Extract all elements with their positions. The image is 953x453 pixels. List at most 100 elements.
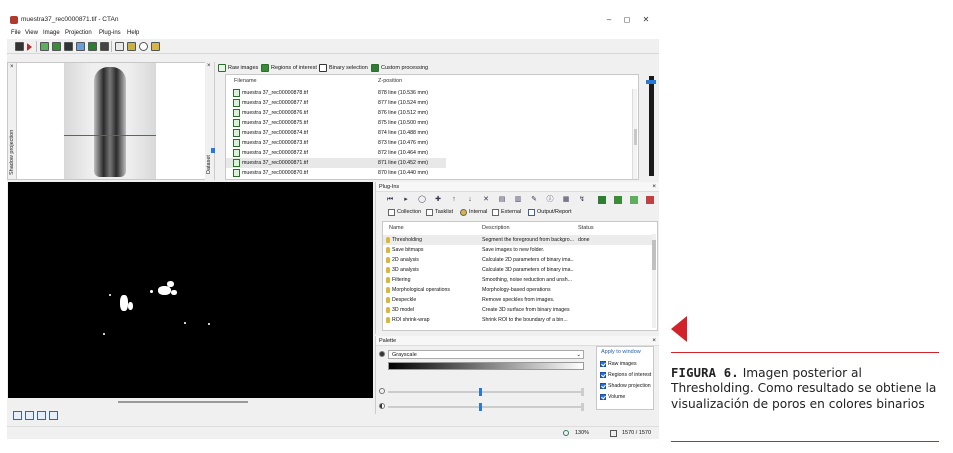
raw-dataset-icon[interactable]: [630, 196, 638, 204]
menu-view[interactable]: View: [25, 30, 38, 36]
grid-view-icon[interactable]: [37, 411, 46, 420]
table-row[interactable]: 3D model Create 3D surface from binary im…: [383, 305, 653, 315]
table-row[interactable]: Despeckle Remove speckles from images.: [383, 295, 653, 305]
list-item[interactable]: muestra 37_rec00000874.tif 874 line (10.4…: [226, 128, 638, 138]
list-item[interactable]: muestra 37_rec00000873.tif 873 line (10.4…: [226, 138, 638, 148]
list-item[interactable]: muestra 37_rec00000872.tif 872 line (10.4…: [226, 148, 638, 158]
report-icon[interactable]: ▦: [562, 196, 570, 204]
tab-internal[interactable]: Internal: [460, 209, 487, 216]
table-row-selected[interactable]: Thresholding Segment the foreground from …: [383, 235, 653, 245]
checkbox-checked[interactable]: [600, 383, 606, 389]
column-status[interactable]: Status: [578, 225, 594, 231]
tab-tasklist[interactable]: Tasklist: [426, 209, 453, 216]
first-icon[interactable]: ⏮: [386, 196, 394, 204]
checkbox-shadow-projection[interactable]: Shadow projection: [600, 382, 651, 391]
menu-help[interactable]: Help: [127, 30, 139, 36]
run-icon[interactable]: [27, 43, 32, 51]
tab-regions-of-interest[interactable]: Regions of interest: [260, 63, 317, 73]
scrollbar-thumb[interactable]: [652, 240, 656, 270]
column-filename[interactable]: Filename: [234, 78, 257, 84]
file-list-scrollbar[interactable]: [632, 89, 637, 179]
step-icon[interactable]: ▸: [402, 196, 410, 204]
palette-close-icon[interactable]: ×: [652, 337, 656, 344]
scrollbar-thumb[interactable]: [634, 129, 637, 145]
tab-collection[interactable]: Collection: [388, 209, 421, 216]
list-item[interactable]: muestra 37_rec00000876.tif 876 line (10.5…: [226, 108, 638, 118]
list-item-selected[interactable]: muestra 37_rec00000871.tif 871 line (10.4…: [226, 158, 638, 168]
minimize-button[interactable]: –: [603, 14, 615, 25]
slider-knob[interactable]: [479, 403, 482, 411]
contrast-slider[interactable]: [388, 403, 584, 411]
column-name[interactable]: Name: [389, 225, 404, 231]
tab-raw-images[interactable]: Raw images: [217, 63, 258, 73]
dataset-close-icon[interactable]: ×: [207, 63, 211, 69]
maximize-button[interactable]: ◻: [621, 14, 633, 25]
delete-icon[interactable]: ✕: [482, 196, 490, 204]
copy-icon[interactable]: ▤: [498, 196, 506, 204]
add-icon[interactable]: ✚: [434, 196, 442, 204]
scrollbar-thumb[interactable]: [118, 401, 248, 403]
current-slice-line[interactable]: [64, 135, 156, 136]
menu-plugins[interactable]: Plug-ins: [99, 30, 121, 36]
chart-icon[interactable]: [115, 42, 124, 51]
tab-output-report[interactable]: Output/Report: [528, 209, 572, 216]
close-button[interactable]: ✕: [640, 14, 652, 25]
column-description[interactable]: Description: [482, 225, 510, 231]
move-down-icon[interactable]: ↓: [466, 196, 474, 204]
checkbox-volume[interactable]: Volume: [600, 393, 650, 402]
image-viewer[interactable]: [8, 182, 373, 398]
list-item[interactable]: muestra 37_rec00000878.tif 878 line (10.5…: [226, 88, 638, 98]
plugins-close-icon[interactable]: ×: [652, 183, 656, 190]
plugins-scrollbar[interactable]: [652, 234, 656, 328]
stop-icon[interactable]: ◯: [418, 196, 426, 204]
settings-icon[interactable]: ✎: [530, 196, 538, 204]
shadow-projection-image[interactable]: [64, 63, 156, 179]
measure-icon[interactable]: [127, 42, 136, 51]
palette-select[interactable]: Grayscale ⌄: [388, 350, 584, 359]
checkbox-checked[interactable]: [600, 361, 606, 367]
split-view-icon[interactable]: [25, 411, 34, 420]
list-item[interactable]: muestra 37_rec00000875.tif 875 line (10.5…: [226, 118, 638, 128]
single-view-icon[interactable]: [13, 411, 22, 420]
tab-binary-selection[interactable]: Binary selection: [318, 63, 368, 73]
menu-image[interactable]: Image: [43, 30, 60, 36]
roi-dataset-icon[interactable]: [614, 196, 622, 204]
menu-file[interactable]: File: [11, 30, 21, 36]
help-icon[interactable]: [151, 42, 160, 51]
model-icon[interactable]: [100, 42, 109, 51]
move-up-icon[interactable]: ↑: [450, 196, 458, 204]
green-dataset-icon[interactable]: [598, 196, 606, 204]
info-icon[interactable]: ⓘ: [546, 196, 554, 204]
checkbox-raw-images[interactable]: Raw images: [600, 360, 650, 369]
checkbox-checked[interactable]: [600, 394, 606, 400]
brightness-slider[interactable]: [388, 388, 584, 396]
binary-icon[interactable]: [64, 42, 73, 51]
viewer-horizontal-scrollbar[interactable]: [8, 400, 373, 405]
list-item[interactable]: muestra 37_rec00000870.tif 870 line (10.4…: [226, 168, 638, 178]
column-z-position[interactable]: Z-position: [378, 78, 402, 84]
checkbox-checked[interactable]: [600, 372, 606, 378]
table-row[interactable]: 2D analysis Calculate 2D parameters of bi…: [383, 255, 653, 265]
output-icon[interactable]: [646, 196, 654, 204]
table-row[interactable]: Filtering Smoothing, noise reduction and …: [383, 275, 653, 285]
tool-icon[interactable]: ↯: [578, 196, 586, 204]
shadow-side-tab[interactable]: × Shadow projection: [8, 63, 17, 179]
open-folder-icon[interactable]: [15, 42, 24, 51]
table-row[interactable]: 3D analysis Calculate 3D parameters of bi…: [383, 265, 653, 275]
rotate-icon[interactable]: [139, 42, 148, 51]
list-item[interactable]: muestra 37_rec00000877.tif 877 line (10.5…: [226, 98, 638, 108]
roi-icon[interactable]: [52, 42, 61, 51]
shadow-close-icon[interactable]: ×: [10, 64, 14, 70]
checkbox-regions-of-interest[interactable]: Regions of interest: [600, 371, 651, 380]
tab-external[interactable]: External: [492, 209, 521, 216]
table-row[interactable]: ROI shrink-wrap Shrink ROI to the boundar…: [383, 315, 653, 323]
paste-icon[interactable]: ▥: [514, 196, 522, 204]
slice-slider-track[interactable]: [649, 76, 654, 176]
triple-view-icon[interactable]: [49, 411, 58, 420]
tab-custom-processing[interactable]: Custom processing: [370, 63, 428, 73]
custom-processing-icon[interactable]: [76, 42, 85, 51]
slice-slider-handle[interactable]: [646, 80, 656, 84]
menu-projection[interactable]: Projection: [65, 30, 92, 36]
dataset-icon[interactable]: [88, 42, 97, 51]
table-row[interactable]: Save bitmaps Save images to new folder.: [383, 245, 653, 255]
